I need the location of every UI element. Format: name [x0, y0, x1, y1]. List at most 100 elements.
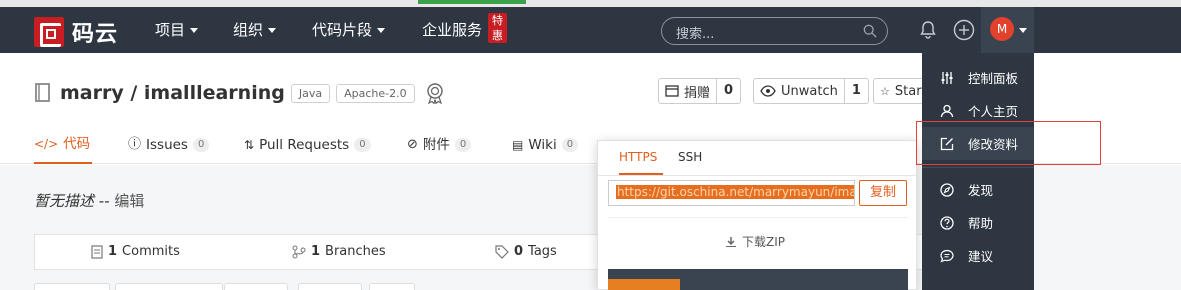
menu-item-dashboard[interactable]: 控制面板	[922, 61, 1034, 94]
tab-issues[interactable]: ⓘ Issues 0	[128, 126, 210, 164]
watch-button[interactable]: Unwatch 1	[753, 78, 869, 104]
loading-bar	[418, 0, 526, 4]
add-plus-icon[interactable]	[953, 19, 975, 41]
nav-item-projects[interactable]: 项目	[155, 7, 199, 53]
star-label: Star	[894, 83, 922, 99]
highlight-annotation-box	[916, 121, 1101, 165]
menu-item-label: 发现	[968, 183, 994, 198]
user-menu-button[interactable]: M	[981, 7, 1034, 53]
promo-banner-tag	[608, 279, 680, 290]
tab-wiki[interactable]: ▤ Wiki 0	[512, 126, 579, 164]
promo-banner[interactable]	[608, 269, 908, 290]
menu-item-label: 个人主页	[968, 104, 1019, 119]
repo-name-link[interactable]: imalllearning	[144, 82, 285, 104]
menu-item-label: 建议	[968, 249, 994, 264]
download-zip-label: 下载ZIP	[742, 235, 785, 249]
book-icon: ▤	[512, 138, 524, 152]
branch-icon	[292, 245, 306, 258]
donate-count[interactable]: 0	[716, 79, 740, 103]
tab-pull-requests[interactable]: ⇅ Pull Requests 0	[244, 126, 371, 164]
description-separator: --	[94, 192, 115, 210]
chevron-down-icon	[190, 28, 199, 33]
watch-label: Unwatch	[781, 83, 838, 99]
sliders-icon	[941, 71, 953, 84]
search-icon[interactable]	[863, 24, 877, 38]
watch-count[interactable]: 1	[843, 79, 868, 103]
clone-url-input[interactable]: https://git.oschina.net/marrymayun/imall…	[608, 180, 855, 206]
nav-item-label: 组织	[233, 21, 264, 39]
logo-text: 码云	[72, 22, 119, 47]
menu-item-explore[interactable]: 发现	[922, 173, 1034, 206]
top-navbar: 码云 项目 组织 代码片段 企业服务 特惠 搜索... M	[0, 7, 1181, 53]
search-input[interactable]: 搜索...	[661, 17, 888, 45]
toolbar-button-stub[interactable]	[34, 283, 110, 290]
star-label-wrap: ☆ Star	[874, 84, 928, 99]
gitee-logo-icon	[34, 17, 64, 47]
tab-count: 0	[354, 138, 371, 152]
tab-ssh[interactable]: SSH	[678, 141, 702, 175]
tag-icon	[495, 244, 509, 259]
commits-label: Commits	[122, 244, 180, 259]
menu-item-feedback[interactable]: 建议	[922, 239, 1034, 272]
tab-count: 0	[192, 138, 210, 152]
nav-item-label: 企业服务	[422, 21, 483, 39]
bell-icon[interactable]	[918, 20, 938, 40]
menu-item-label: 控制面板	[968, 71, 1019, 86]
download-icon	[726, 236, 736, 247]
branches-stat[interactable]: 1 Branches	[292, 244, 386, 259]
pull-request-icon: ⇅	[244, 138, 255, 152]
logo[interactable]: 码云	[34, 16, 118, 48]
code-icon: </>	[34, 137, 59, 151]
menu-item-help[interactable]: 帮助	[922, 206, 1034, 239]
watch-label-wrap: Unwatch	[754, 84, 844, 99]
repo-book-icon	[35, 83, 50, 102]
nav-item-label: 代码片段	[312, 21, 373, 39]
edit-description-link[interactable]: 编辑	[114, 192, 144, 210]
language-tag[interactable]: Java	[290, 83, 331, 103]
donate-label-wrap: 捐赠	[659, 82, 716, 101]
tab-attachments[interactable]: ⊘ 附件 0	[407, 126, 472, 164]
license-tag[interactable]: Apache-2.0	[336, 83, 415, 103]
toolbar-button-stub[interactable]	[298, 283, 362, 290]
eye-icon	[760, 85, 776, 97]
paperclip-icon: ⊘	[407, 137, 418, 152]
star-button[interactable]: ☆ Star	[873, 78, 925, 104]
popup-divider	[608, 217, 908, 218]
tab-label: 代码	[63, 136, 91, 152]
description-text: 暂无描述	[34, 192, 95, 210]
nav-item-orgs[interactable]: 组织	[233, 7, 277, 53]
commits-count: 1	[108, 244, 118, 259]
tab-label: Issues	[146, 137, 188, 153]
copy-button[interactable]: 复制	[859, 180, 907, 206]
compass-icon	[940, 182, 954, 197]
toolbar-button-stub[interactable]	[115, 283, 223, 290]
tab-label: Wiki	[528, 137, 557, 153]
user-icon	[940, 104, 954, 117]
tags-count: 0	[514, 244, 524, 259]
donate-icon	[665, 85, 679, 97]
download-zip-link[interactable]: 下载ZIP	[726, 233, 785, 250]
chevron-down-icon	[268, 28, 277, 33]
search-placeholder: 搜索...	[676, 27, 715, 42]
tab-code[interactable]: </> 代码	[34, 126, 92, 164]
commits-stat[interactable]: 1 Commits	[91, 244, 180, 259]
browser-top-strip	[0, 0, 1181, 7]
clone-popup: HTTPS SSH https://git.oschina.net/marrym…	[597, 140, 917, 290]
repo-full-name: marry / imalllearning	[60, 82, 285, 104]
tags-stat[interactable]: 0 Tags	[495, 244, 557, 259]
repo-owner-link[interactable]: marry	[60, 82, 124, 104]
repo-title: marry / imalllearning Java Apache-2.0	[34, 82, 445, 104]
toolbar-button-stub[interactable]	[224, 283, 288, 290]
tab-count: 0	[561, 138, 579, 152]
medal-icon[interactable]	[425, 82, 445, 104]
repo-separator: /	[123, 82, 144, 104]
donate-button[interactable]: 捐赠 0	[658, 78, 742, 104]
commit-doc-icon	[91, 244, 103, 259]
chevron-down-icon	[1019, 28, 1027, 33]
star-icon: ☆	[880, 84, 890, 98]
toolbar-button-stub[interactable]	[369, 283, 415, 290]
tags-label: Tags	[528, 244, 557, 259]
tab-https[interactable]: HTTPS	[619, 141, 663, 175]
nav-item-snippets[interactable]: 代码片段	[312, 7, 386, 53]
nav-item-enterprise[interactable]: 企业服务 特惠	[422, 7, 507, 53]
